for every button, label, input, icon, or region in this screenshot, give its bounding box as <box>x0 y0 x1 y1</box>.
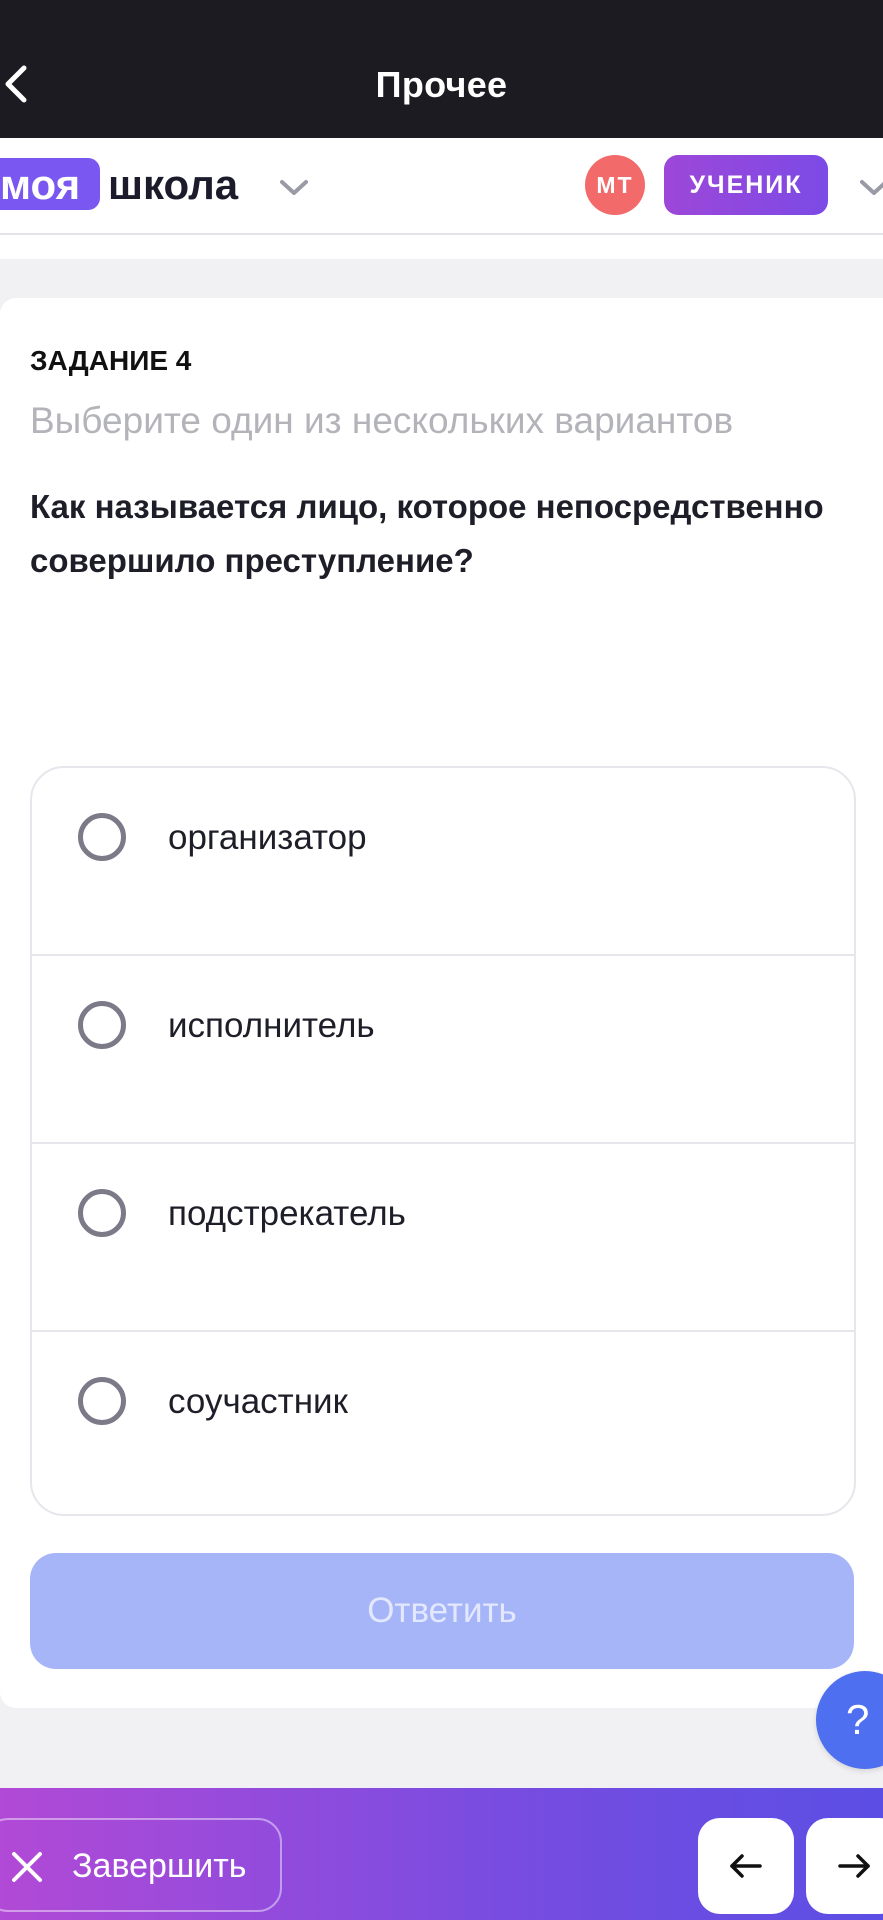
page-title: Прочее <box>375 64 508 105</box>
answer-option[interactable]: подстрекатель <box>32 1144 854 1332</box>
finish-button[interactable]: Завершить <box>0 1818 282 1912</box>
finish-label: Завершить <box>72 1847 247 1885</box>
app-header: моя школа МТ УЧЕНИК <box>0 138 883 235</box>
header-strip <box>0 235 883 259</box>
option-label: организатор <box>168 818 367 857</box>
role-badge[interactable]: УЧЕНИК <box>664 155 828 215</box>
bottom-bar: Завершить <box>0 1788 883 1920</box>
task-number: ЗАДАНИЕ 4 <box>30 345 192 376</box>
chevron-down-icon[interactable] <box>278 178 310 198</box>
logo-text-shkola: школа <box>108 161 239 208</box>
radio-button[interactable] <box>78 1001 126 1049</box>
option-label: соучастник <box>168 1382 348 1421</box>
next-task-button[interactable] <box>806 1818 883 1914</box>
task-screen: Прочее моя школа МТ УЧЕНИК ЗАДАНИЕ 4 Выб… <box>0 0 883 1920</box>
radio-button[interactable] <box>78 1377 126 1425</box>
arrow-right-icon <box>838 1854 870 1878</box>
answer-option[interactable]: исполнитель <box>32 956 854 1144</box>
close-icon <box>12 1852 42 1882</box>
radio-button[interactable] <box>78 813 126 861</box>
arrow-left-icon <box>730 1854 762 1878</box>
task-hint: Выберите один из нескольких вариантов <box>30 400 734 441</box>
option-label: подстрекатель <box>168 1194 406 1233</box>
answer-options: организатор исполнитель подстрекатель со… <box>30 766 856 1516</box>
radio-button[interactable] <box>78 1189 126 1237</box>
previous-task-button[interactable] <box>698 1818 794 1914</box>
answer-option[interactable]: соучастник <box>32 1332 854 1514</box>
logo-text-moya: моя <box>0 161 81 208</box>
avatar[interactable]: МТ <box>585 155 645 215</box>
answer-option[interactable]: организатор <box>32 768 854 956</box>
chevron-down-icon[interactable] <box>858 178 883 198</box>
task-question: Как называется лицо, которое непосредств… <box>30 488 824 579</box>
top-navigation-bar: Прочее <box>0 0 883 138</box>
option-label: исполнитель <box>168 1006 375 1045</box>
submit-answer-button[interactable]: Ответить <box>30 1553 854 1669</box>
